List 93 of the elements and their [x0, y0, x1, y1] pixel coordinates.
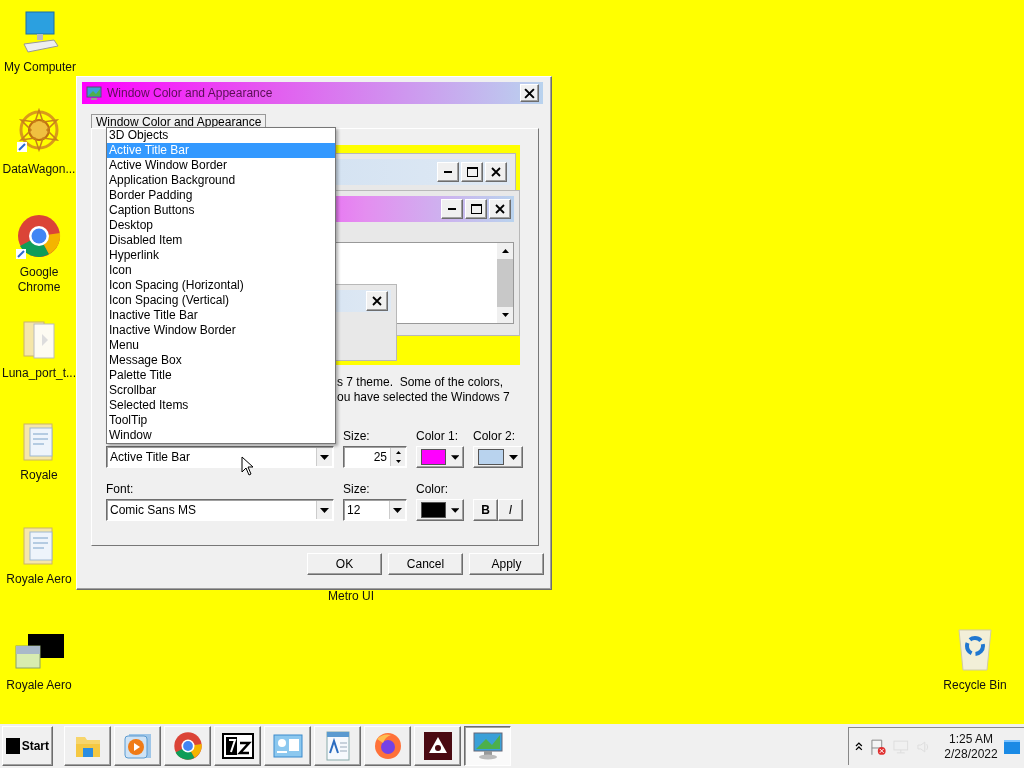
minimize-icon [448, 208, 456, 210]
list-option[interactable]: Palette Title [107, 368, 335, 383]
desktop-label: Metro UI [328, 589, 374, 603]
list-option[interactable]: Disabled Item [107, 233, 335, 248]
folder-icon [22, 318, 56, 360]
list-option[interactable]: Icon Spacing (Horizontal) [107, 278, 335, 293]
list-option[interactable]: Message Box [107, 353, 335, 368]
close-icon [495, 204, 505, 214]
maximize-icon [466, 167, 478, 177]
color-picker-button[interactable] [416, 499, 464, 521]
list-option[interactable]: Icon [107, 263, 335, 278]
desktop-icon-label[interactable]: DataWagon... [2, 162, 76, 177]
maximize-icon [470, 204, 482, 214]
close-icon [524, 87, 535, 99]
list-option[interactable]: Scrollbar [107, 383, 335, 398]
close-icon [491, 167, 501, 177]
close-button[interactable] [520, 84, 539, 102]
caret-icon [393, 507, 402, 513]
list-option[interactable]: Active Window Border [107, 158, 335, 173]
mouse-cursor-icon [241, 456, 254, 476]
clock-date: 2/28/2022 [944, 746, 998, 762]
desktop-icon-label[interactable]: Royale Aero [6, 678, 72, 693]
chevron-up-icon[interactable] [855, 742, 863, 751]
field-label: Color 1: [416, 429, 460, 445]
media-player-icon[interactable] [122, 732, 153, 760]
up-arrow-icon [501, 249, 509, 253]
flag-icon[interactable] [868, 737, 887, 756]
caret-icon [509, 454, 518, 460]
down-arrow-icon [395, 460, 401, 463]
item-dropdown[interactable]: Active Title Bar [106, 446, 334, 468]
dialog-button[interactable]: Apply [469, 553, 544, 575]
archiver-icon[interactable] [221, 733, 254, 759]
bold-button[interactable]: B [473, 499, 498, 521]
caret-icon [450, 507, 459, 513]
caret-icon [450, 454, 459, 460]
document-icon [22, 420, 56, 462]
list-option[interactable]: ToolTip [107, 413, 335, 428]
caret-icon [320, 454, 329, 460]
document-icon [22, 524, 56, 566]
minimize-icon [444, 171, 452, 173]
font-dropdown[interactable]: Comic Sans MS [106, 499, 334, 521]
browser-icon[interactable] [172, 731, 203, 761]
clock-time: 1:25 AM [949, 731, 993, 747]
desktop-icon-label[interactable]: Royale [20, 468, 58, 483]
desktop-icon-label[interactable]: Royale Aero [6, 572, 72, 587]
size-spinner[interactable]: 25 [343, 446, 407, 468]
show-desktop-button[interactable] [1004, 739, 1020, 754]
list-option[interactable]: Application Background [107, 173, 335, 188]
italic-button[interactable]: I [498, 499, 523, 521]
field-label: Size: [343, 482, 371, 498]
list-option[interactable]: Inactive Title Bar [107, 308, 335, 323]
list-option[interactable]: Icon Spacing (Vertical) [107, 293, 335, 308]
close-icon [372, 296, 382, 306]
list-option[interactable]: Border Padding [107, 188, 335, 203]
color-picker-button[interactable] [416, 446, 464, 468]
window-title: Window Color and Appearance [107, 86, 274, 100]
list-option[interactable]: Menu [107, 338, 335, 353]
fox-browser-icon[interactable] [372, 731, 403, 761]
text-editor-icon[interactable] [324, 731, 351, 761]
display-settings-icon[interactable] [471, 731, 504, 761]
list-option[interactable]: Inactive Window Border [107, 323, 335, 338]
description-text: s 7 theme. Some of the colors, [337, 375, 505, 390]
list-option[interactable]: Caption Buttons [107, 203, 335, 218]
font-size-dropdown[interactable]: 12 [343, 499, 407, 521]
browser-icon [16, 213, 62, 259]
color-picker-button[interactable] [473, 446, 523, 468]
theme-icon [14, 634, 64, 672]
start-icon [6, 738, 20, 754]
desktop-icon-label[interactable]: Luna_port_t... [1, 366, 77, 381]
list-option[interactable]: Desktop [107, 218, 335, 233]
dialog-button[interactable]: OK [307, 553, 382, 575]
dialog-button[interactable]: Cancel [388, 553, 463, 575]
caret-icon [320, 507, 329, 513]
down-arrow-icon [501, 313, 509, 317]
desktop-icon-label[interactable]: Recycle Bin [943, 678, 1007, 693]
recycle-bin-icon [955, 626, 995, 672]
field-label: Color 2: [473, 429, 517, 445]
field-label: Color: [416, 482, 449, 498]
desktop-icon-label[interactable]: Google Chrome [0, 265, 78, 295]
field-label: Font: [106, 482, 135, 498]
start-button[interactable]: Start [2, 726, 53, 766]
diagram-icon[interactable] [272, 734, 303, 758]
list-option[interactable]: 3D Objects [107, 128, 335, 143]
up-arrow-icon [395, 451, 401, 454]
list-option[interactable]: Hyperlink [107, 248, 335, 263]
monitor-icon [20, 10, 60, 54]
app-icon[interactable] [423, 732, 452, 760]
description-text: ou have selected the Windows 7 [337, 390, 511, 405]
list-option[interactable]: Selected Items [107, 398, 335, 413]
display-settings-icon [86, 85, 102, 101]
field-label: Size: [343, 429, 371, 445]
desktop-icon-label[interactable]: My Computer [4, 60, 76, 75]
list-option[interactable]: Window [107, 428, 335, 443]
